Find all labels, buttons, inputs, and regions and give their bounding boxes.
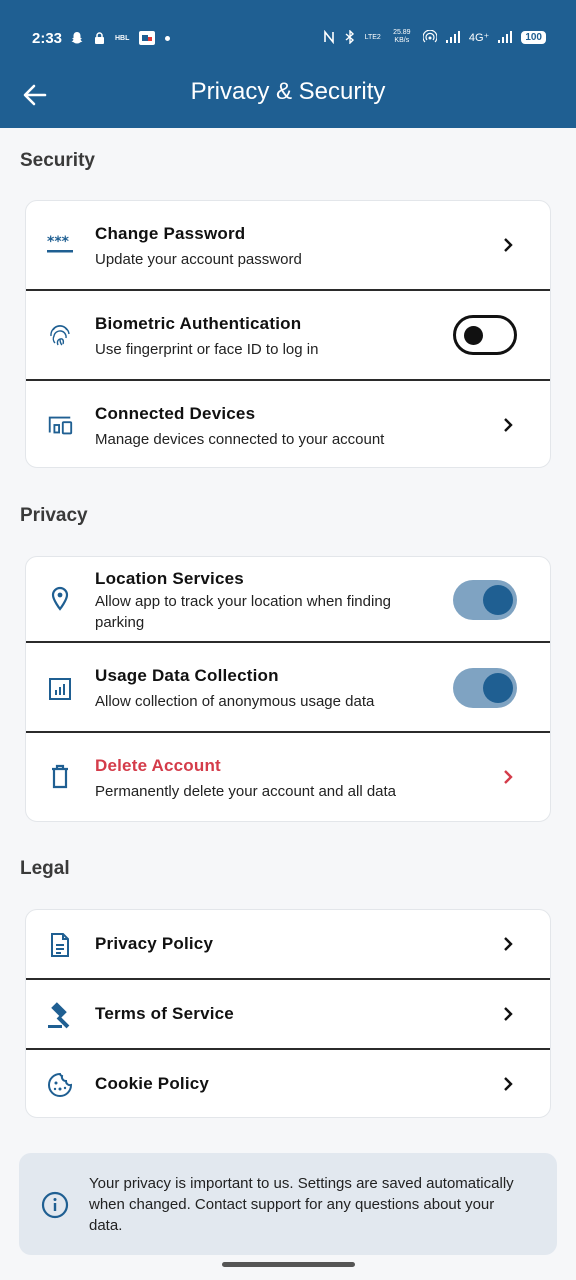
location-services-title: Location Services — [95, 569, 244, 588]
network-speed: 25.89 KB/s — [393, 29, 411, 44]
section-heading-legal: Legal — [20, 858, 70, 879]
bluetooth-icon — [345, 30, 354, 44]
battery-icon: 100 — [521, 30, 546, 44]
delete-account-subtitle: Permanently delete your account and all … — [95, 783, 397, 800]
analytics-icon — [46, 675, 74, 703]
chevron-right-icon — [498, 415, 518, 435]
section-heading-privacy: Privacy — [20, 505, 88, 526]
snapchat-icon — [71, 32, 83, 44]
cookie-icon — [46, 1071, 74, 1099]
location-toggle[interactable] — [453, 580, 517, 620]
connected-devices-title: Connected Devices — [95, 404, 256, 423]
nfc-icon — [323, 30, 334, 44]
usage-data-subtitle: Allow collection of anonymous usage data — [95, 693, 375, 710]
network-type: 4G⁺ — [468, 31, 490, 44]
delete-account-title: Delete Account — [95, 756, 221, 775]
lock-icon — [95, 31, 104, 44]
fingerprint-icon — [46, 321, 74, 349]
info-text: Your privacy is important to us. Setting… — [89, 1175, 514, 1234]
signal-icon — [445, 31, 460, 43]
usage-data-toggle[interactable] — [453, 668, 517, 708]
connected-devices-row[interactable]: Connected Devices Manage devices connect… — [26, 381, 550, 467]
status-time: 2:33 — [32, 30, 63, 47]
privacy-info-banner: Your privacy is important to us. Setting… — [19, 1153, 557, 1255]
info-icon — [41, 1191, 69, 1219]
change-password-title: Change Password — [95, 224, 246, 243]
chevron-right-icon — [498, 1074, 518, 1094]
volte-label: LTE2 — [364, 33, 381, 41]
change-password-subtitle: Update your account password — [95, 251, 302, 268]
delete-account-row[interactable]: Delete Account Permanently delete your a… — [26, 733, 550, 821]
location-services-row: Location Services Allow app to track you… — [26, 557, 550, 643]
cookie-policy-title: Cookie Policy — [95, 1074, 210, 1093]
privacy-card: Location Services Allow app to track you… — [25, 556, 551, 822]
page-title: Privacy & Security — [190, 78, 386, 105]
security-card: *** Change Password Update your account … — [25, 200, 551, 468]
dot-icon — [165, 35, 171, 41]
biometric-toggle[interactable] — [453, 315, 517, 355]
carrier-badge: HBL — [115, 34, 130, 42]
location-services-subtitle: Allow app to track your location when fi… — [95, 593, 392, 631]
app-bar: 2:33 HBL LTE2 25.89 KB/s 4G⁺ 100 Privacy… — [0, 0, 576, 128]
section-heading-security: Security — [20, 150, 95, 171]
trash-icon — [46, 763, 74, 791]
devices-icon — [46, 411, 74, 439]
gavel-icon — [46, 1001, 74, 1029]
legal-card: Privacy Policy Terms of Service Cookie P… — [25, 909, 551, 1118]
location-pin-icon — [46, 585, 74, 613]
toggle-knob — [483, 585, 513, 615]
usage-data-row: Usage Data Collection Allow collection o… — [26, 643, 550, 733]
biometric-auth-row: Biometric Authentication Use fingerprint… — [26, 291, 550, 381]
privacy-policy-row[interactable]: Privacy Policy — [26, 910, 550, 980]
home-indicator[interactable] — [222, 1262, 355, 1267]
password-icon: *** — [46, 231, 74, 259]
hotspot-icon — [422, 30, 437, 43]
privacy-policy-title: Privacy Policy — [95, 934, 214, 953]
chevron-right-icon — [498, 934, 518, 954]
chevron-right-icon — [498, 235, 518, 255]
chevron-right-icon — [498, 767, 518, 787]
app-notification-icon — [139, 31, 156, 45]
change-password-row[interactable]: *** Change Password Update your account … — [26, 201, 550, 291]
svg-text:***: *** — [47, 235, 70, 250]
biometric-auth-title: Biometric Authentication — [95, 314, 302, 333]
cookie-policy-row[interactable]: Cookie Policy — [26, 1050, 550, 1117]
chevron-right-icon — [498, 1004, 518, 1024]
status-bar: 2:33 HBL LTE2 25.89 KB/s 4G⁺ 100 — [0, 0, 576, 78]
toggle-knob — [464, 326, 483, 345]
biometric-auth-subtitle: Use fingerprint or face ID to log in — [95, 341, 319, 358]
terms-of-service-title: Terms of Service — [95, 1004, 234, 1023]
toggle-knob — [483, 673, 513, 703]
document-icon — [46, 931, 74, 959]
signal-icon-2 — [498, 31, 513, 43]
connected-devices-subtitle: Manage devices connected to your account — [95, 431, 385, 448]
terms-of-service-row[interactable]: Terms of Service — [26, 980, 550, 1050]
usage-data-title: Usage Data Collection — [95, 666, 279, 685]
